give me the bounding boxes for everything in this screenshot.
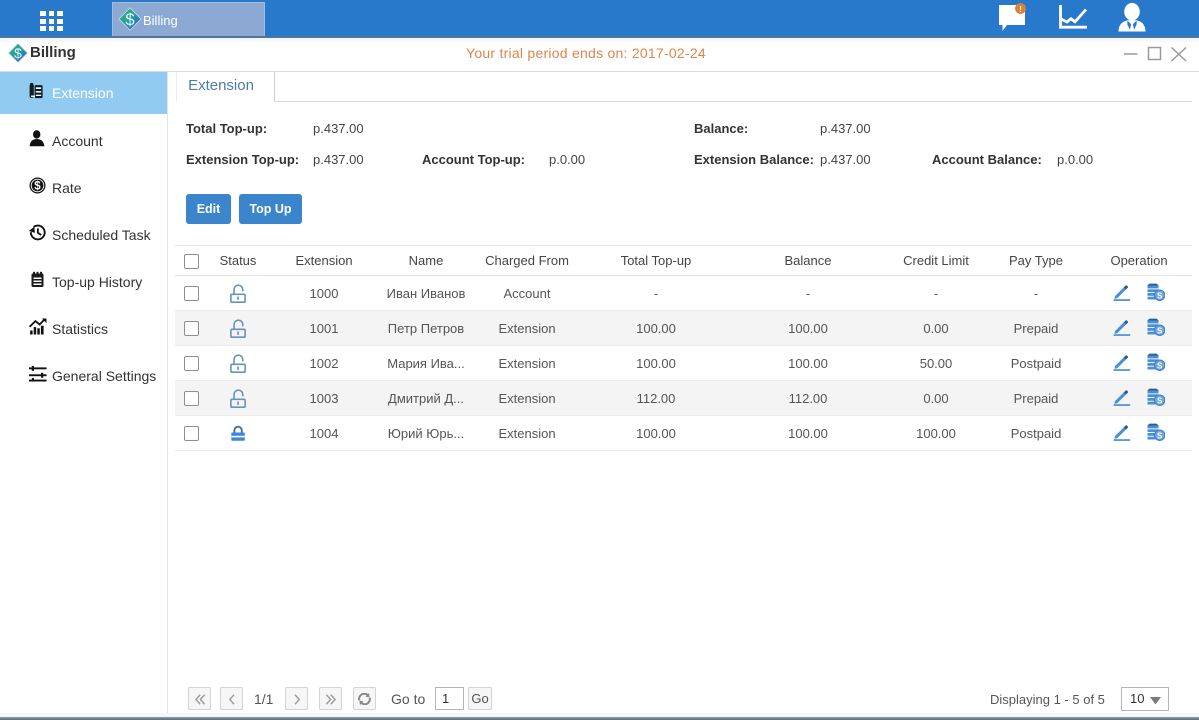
- svg-text:!: !: [1019, 4, 1022, 14]
- svg-text:$: $: [34, 180, 41, 192]
- svg-text:$: $: [125, 10, 134, 29]
